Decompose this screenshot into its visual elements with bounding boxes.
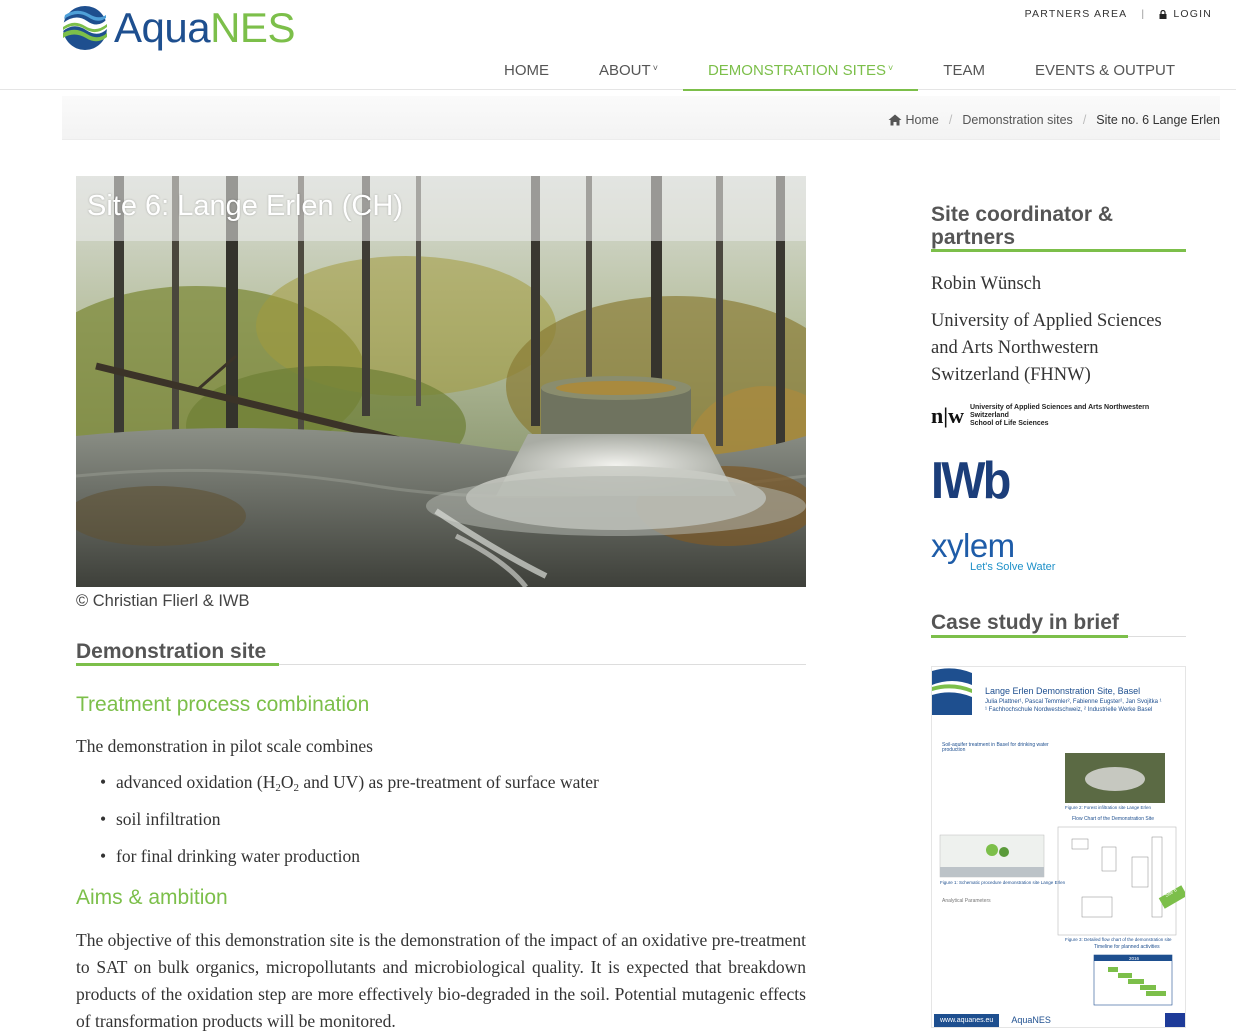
nav-demonstration-sites[interactable]: DEMONSTRATION SITES ˅	[682, 52, 919, 91]
nav-demonstration-sites-label: DEMONSTRATION SITES	[707, 62, 887, 79]
fhnw-logo-text: University of Applied Sciences and Arts …	[970, 404, 1186, 428]
xylem-wordmark: xylem	[931, 527, 1015, 564]
xylem-logo[interactable]: xylem Let's Solve Water	[931, 527, 1056, 574]
aims-paragraph: The objective of this demonstration site…	[76, 930, 806, 1031]
nav-events-output-label: EVENTS & OUTPUT	[1034, 62, 1175, 79]
poster-timeline-year: 2016	[1129, 956, 1140, 961]
bullet-text: O	[280, 772, 294, 792]
main-nav: HOME ABOUT ˅ DEMONSTRATION SITES ˅ TEAM EV…	[479, 52, 1200, 91]
poster-params-heading: Analytical Parameters	[942, 898, 991, 904]
chevron-down-icon: ˅	[652, 63, 658, 73]
breadcrumb-home[interactable]: Home	[906, 113, 939, 127]
nav-team-label: TEAM	[943, 62, 985, 79]
bullet-text: for final drinking water production	[116, 846, 360, 866]
breadcrumb-band: Home / Demonstration sites / Site no. 6 …	[62, 96, 1220, 140]
fhnw-mark: n|w	[931, 403, 964, 428]
iwb-logo[interactable]: IWb	[931, 455, 1011, 507]
aims-heading: Aims & ambition	[76, 886, 228, 909]
case-study-poster[interactable]: Lange Erlen Demonstration Site, Basel Ju…	[931, 666, 1186, 1028]
breadcrumb-separator: /	[948, 113, 953, 127]
login-link[interactable]: LOGIN	[1173, 8, 1212, 20]
breadcrumb: Home / Demonstration sites / Site no. 6 …	[888, 113, 1220, 127]
sidebar-divider-accent	[931, 635, 1128, 638]
poster-url: www.aquanes.eu	[934, 1013, 1000, 1027]
poster-author-names: Julia Plattner¹, Pascal Temmler², Fabien…	[985, 699, 1162, 705]
coordinator-heading-line1: Site coordinator &	[931, 203, 1114, 226]
poster-affiliations: ¹ Fachhochschule Nordwestschweiz, ² Indu…	[985, 707, 1153, 713]
poster-footer: www.aquanes.eu AquaNES	[932, 1011, 1185, 1027]
nav-home-label: HOME	[504, 62, 549, 79]
partners-area-link[interactable]: PARTNERS AREA	[1025, 8, 1128, 20]
xylem-tagline: Let's Solve Water	[970, 561, 1056, 573]
logo-wordmark: AquaNES	[114, 2, 295, 54]
breadcrumb-demonstration-sites[interactable]: Demonstration sites	[962, 113, 1072, 127]
coordinator-name: Robin Wünsch	[931, 274, 1042, 294]
nav-home[interactable]: HOME	[479, 52, 574, 90]
poster-section1: Soil-aquifer treatment in Basel for drin…	[942, 742, 1049, 753]
lock-icon	[1159, 9, 1167, 19]
hero-image: Site 6: Lange Erlen (CH)	[76, 176, 806, 587]
list-item: advanced oxidation (H2O2 and UV) as pre-…	[76, 772, 599, 809]
poster-brand: AquaNES	[1011, 1015, 1051, 1025]
poster-authors: Julia Plattner¹, Pascal Temmler², Fabien…	[985, 698, 1180, 714]
nav-events-output[interactable]: EVENTS & OUTPUT	[1010, 52, 1200, 90]
poster-title: Lange Erlen Demonstration Site, Basel	[985, 686, 1141, 696]
list-item: for final drinking water production	[76, 846, 599, 883]
section-divider-accent	[76, 663, 279, 666]
poster-timeline-heading: Timeline for planned activities	[1094, 944, 1160, 950]
fhnw-line1: University of Applied Sciences and Arts …	[969, 404, 1150, 419]
chevron-down-icon: ˅	[888, 63, 894, 73]
poster-graphics	[932, 668, 1185, 1027]
list-item: soil infiltration	[76, 809, 599, 846]
topbar: PARTNERS AREA | LOGIN	[1025, 8, 1212, 20]
home-icon	[888, 114, 902, 126]
breadcrumb-current: Site no. 6 Lange Erlen	[1096, 113, 1220, 127]
nav-team[interactable]: TEAM	[918, 52, 1010, 90]
hero-title: Site 6: Lange Erlen (CH)	[76, 176, 806, 241]
breadcrumb-separator: /	[1082, 113, 1087, 127]
site-header: AquaNES PARTNERS AREA | LOGIN HOME ABOUT…	[0, 0, 1236, 91]
poster-fig2: Figure 2: Forest infiltration site Lange…	[1065, 805, 1152, 810]
treatment-intro: The demonstration in pilot scale combine…	[76, 736, 373, 756]
fhnw-logo[interactable]: n|w University of Applied Sciences and A…	[931, 403, 1186, 429]
case-study-heading: Case study in brief	[931, 611, 1119, 634]
photo-credit: © Christian Flierl & IWB	[76, 592, 250, 610]
coordinator-heading: Site coordinator & partners	[931, 203, 1113, 249]
aquanes-logo[interactable]: AquaNES	[62, 2, 295, 54]
coordinator-heading-line2: partners	[931, 226, 1016, 249]
logo-text-aqua: Aqua	[114, 4, 211, 51]
aquanes-logo-icon	[63, 6, 107, 50]
poster-flow-heading: Flow Chart of the Demonstration Site	[1072, 816, 1154, 822]
coordinator-institution: University of Applied Sciences and Arts …	[931, 311, 1162, 385]
treatment-heading: Treatment process combination	[76, 693, 370, 716]
poster-fig3: Figure 3: Detailed flow chart of the dem…	[1065, 937, 1172, 942]
section-heading-demonstration-site: Demonstration site	[76, 640, 267, 663]
bullet-text: advanced oxidation (H	[116, 772, 276, 792]
bullet-text: and UV) as pre-treatment of surface wate…	[299, 772, 599, 792]
topbar-separator: |	[1141, 8, 1146, 20]
poster-fig1: Figure 1: Schematic procedure demonstrat…	[940, 880, 1066, 885]
sidebar-divider-accent	[931, 249, 1186, 252]
logo-text-nes: NES	[210, 4, 295, 51]
bullet-text: soil infiltration	[116, 809, 221, 829]
treatment-list: advanced oxidation (H2O2 and UV) as pre-…	[76, 772, 599, 883]
nav-about-label: ABOUT	[599, 62, 651, 79]
nav-about[interactable]: ABOUT ˅	[574, 52, 683, 90]
fhnw-line2: School of Life Sciences	[969, 420, 1049, 427]
